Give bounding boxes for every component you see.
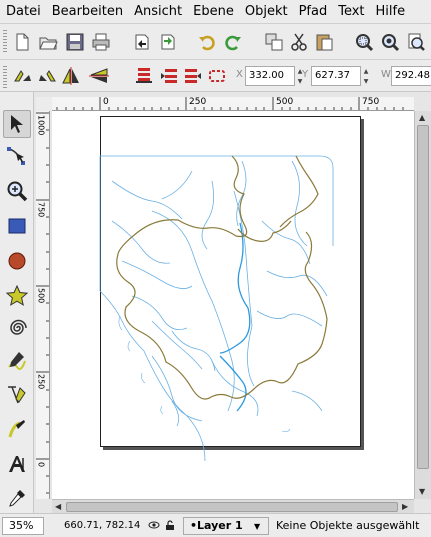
w-label: W	[381, 69, 391, 80]
new-document-icon[interactable]	[10, 30, 34, 54]
save-document-icon[interactable]	[63, 30, 87, 54]
pencil-tool-icon[interactable]	[3, 347, 31, 375]
selector-tool-icon[interactable]	[3, 110, 31, 138]
drawing-canvas[interactable]	[52, 111, 414, 499]
node-tool-icon[interactable]	[3, 142, 31, 170]
zoom-selection-icon[interactable]	[352, 30, 376, 54]
zoom-tool-icon[interactable]	[3, 177, 31, 205]
menu-ansicht[interactable]: Ansicht	[128, 0, 187, 24]
star-tool-icon[interactable]	[3, 282, 31, 310]
country-borders	[116, 155, 328, 400]
duplicate-icon[interactable]	[262, 30, 286, 54]
horizontal-scroll-thumb[interactable]	[66, 502, 398, 512]
vertical-scrollbar[interactable]: ▲ ▼	[414, 111, 431, 499]
layer-lock-icon[interactable]	[164, 519, 176, 531]
ruler-label: 750	[362, 97, 380, 107]
rotate-ccw-icon[interactable]	[12, 66, 34, 86]
ruler-label: 500	[276, 97, 294, 107]
zoom-page-icon[interactable]	[404, 30, 428, 54]
spiral-tool-icon[interactable]	[3, 314, 31, 342]
tool-controls-bar: X 332.00 ▲ ▼ Y 627.37 ▲ ▼ W 292.48	[0, 60, 431, 92]
cursor-coordinates: 660.71, 782.14	[64, 520, 141, 531]
scroll-left-arrow[interactable]: ◀	[55, 502, 61, 511]
x-label: X	[236, 69, 243, 80]
flip-horizontal-icon[interactable]	[60, 66, 82, 86]
ruler-label: 500	[36, 288, 46, 304]
ruler-tick-value: 1000	[36, 115, 46, 136]
zoom-field[interactable]: 35%	[2, 517, 44, 535]
menu-bearbeiten[interactable]: Bearbeiten	[46, 0, 128, 24]
ruler-tick-value: 250	[36, 374, 46, 390]
lower-icon[interactable]	[158, 66, 180, 86]
river-network	[99, 155, 334, 462]
rectangle-tool-icon[interactable]	[3, 212, 31, 240]
scroll-right-arrow[interactable]: ▶	[402, 502, 408, 511]
pen-tool-icon[interactable]	[3, 381, 31, 409]
map-drawing[interactable]	[52, 111, 414, 499]
y-spin-button[interactable]: ▲ ▼	[362, 66, 370, 86]
undo-icon[interactable]	[195, 30, 219, 54]
calligraphy-tool-icon[interactable]	[3, 416, 31, 444]
raise-icon[interactable]	[182, 66, 204, 86]
y-coordinate-input[interactable]: 627.37	[311, 66, 361, 86]
command-bar	[0, 24, 431, 60]
toolbox	[0, 92, 34, 513]
menu-ebene[interactable]: Ebene	[187, 0, 239, 24]
rotate-cw-icon[interactable]	[36, 66, 58, 86]
ruler-ticks	[36, 112, 49, 494]
width-input[interactable]: 292.48	[391, 66, 431, 86]
horizontal-scrollbar[interactable]: ◀ ▶	[52, 499, 414, 513]
text-tool-icon[interactable]	[3, 450, 31, 478]
lower-to-bottom-icon[interactable]	[133, 66, 155, 86]
ruler-label: 750	[36, 202, 46, 218]
raise-to-top-icon[interactable]	[206, 66, 228, 86]
layer-dropdown-icon[interactable]: ▼	[254, 522, 260, 531]
scroll-up-arrow[interactable]: ▲	[419, 113, 425, 122]
zoom-drawing-icon[interactable]	[378, 30, 402, 54]
scroll-down-arrow[interactable]: ▼	[419, 487, 425, 496]
ruler-label: 0	[103, 97, 109, 107]
layer-visibility-icon[interactable]	[148, 519, 160, 531]
x-coordinate-input[interactable]: 332.00	[245, 66, 295, 86]
vertical-ruler[interactable]: 1000 750 500 250 0	[36, 111, 50, 499]
status-bar: 35% 660.71, 782.14 •Layer 1 ▼ Keine Obje…	[0, 513, 431, 537]
toolbar-grip[interactable]	[3, 66, 7, 90]
toolbar-grip[interactable]	[3, 30, 7, 54]
horizontal-ruler[interactable]: 0 250 500 750	[52, 97, 414, 111]
menu-text[interactable]: Text	[332, 0, 369, 24]
ellipse-tool-icon[interactable]	[3, 247, 31, 275]
menu-pfad[interactable]: Pfad	[293, 0, 333, 24]
ruler-tick-value: 750	[36, 202, 46, 218]
ruler-label: 250	[36, 374, 46, 390]
ruler-label: 0	[36, 461, 46, 468]
ruler-corner	[36, 97, 52, 111]
print-icon[interactable]	[89, 30, 113, 54]
import-icon[interactable]	[130, 30, 154, 54]
open-document-icon[interactable]	[36, 30, 60, 54]
export-icon[interactable]	[156, 30, 180, 54]
menu-hilfe[interactable]: Hilfe	[370, 0, 411, 24]
y-label: Y	[302, 69, 309, 80]
ruler-tick-value: 0	[36, 461, 46, 467]
status-message: Keine Objekte ausgewählt	[276, 519, 420, 532]
flip-vertical-icon[interactable]	[88, 66, 110, 86]
redo-icon[interactable]	[221, 30, 245, 54]
ruler-label: 1000	[36, 115, 46, 136]
cut-icon[interactable]	[287, 30, 311, 54]
ruler-label: 250	[189, 97, 207, 107]
paste-icon[interactable]	[312, 30, 336, 54]
menu-datei[interactable]: Datei	[0, 0, 46, 24]
menubar: Datei Bearbeiten Ansicht Ebene Objekt Pf…	[0, 0, 431, 24]
vertical-scroll-thumb[interactable]	[417, 125, 429, 469]
ruler-tick-value: 500	[36, 288, 46, 304]
dropper-tool-icon[interactable]	[3, 484, 31, 512]
menu-objekt[interactable]: Objekt	[239, 0, 293, 24]
